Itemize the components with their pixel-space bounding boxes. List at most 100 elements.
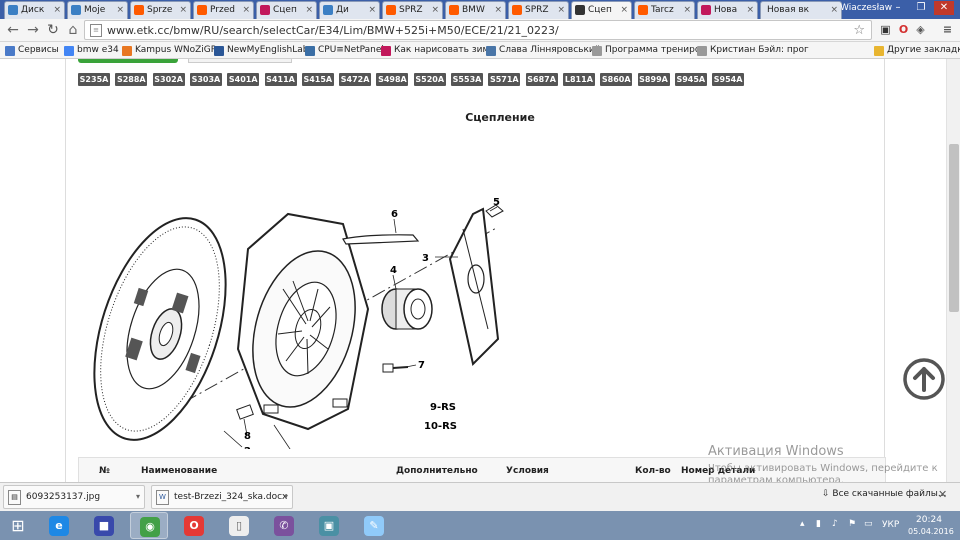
chevron-down-icon[interactable]: ▾ xyxy=(284,486,288,508)
all-downloads-label[interactable]: Все скачанные файлы... xyxy=(832,489,946,499)
scroll-up-icon[interactable] xyxy=(902,357,946,401)
tab-5[interactable]: Ди × xyxy=(319,1,380,19)
column-header[interactable]: Наименование xyxy=(141,466,217,476)
tab-10[interactable]: Tarcz × xyxy=(634,1,695,19)
clock-date[interactable]: 05.04.2016 xyxy=(908,527,954,536)
page-scrollbar[interactable] xyxy=(946,59,960,482)
tab-close-icon[interactable]: × xyxy=(494,2,502,18)
bookmark-item[interactable]: Кристиан Бэйл: прог xyxy=(697,42,809,59)
bolt-part[interactable] xyxy=(382,363,409,373)
flag-icon[interactable]: ⚑ xyxy=(848,519,856,529)
bookmark-item[interactable]: Как нарисовать зиму xyxy=(381,42,495,59)
close-icon[interactable]: ✕ xyxy=(938,488,947,501)
tab-3[interactable]: Przed × xyxy=(193,1,254,19)
bookmark-item[interactable]: Kampus WNoZiGP xyxy=(122,42,216,59)
tab-12[interactable]: Новая вк × xyxy=(760,1,842,19)
network-icon[interactable]: ▮ xyxy=(816,519,821,529)
minimize-button[interactable]: – xyxy=(888,1,908,15)
option-code-badge[interactable]: S472A xyxy=(339,73,372,86)
taskbar-app[interactable]: ▣ xyxy=(310,512,348,539)
battery-icon[interactable]: ▭ xyxy=(864,519,873,529)
option-code-badge[interactable]: S571A xyxy=(488,73,521,86)
tab-6[interactable]: SPRZ × xyxy=(382,1,443,19)
option-code-badge[interactable]: S302A xyxy=(152,73,185,86)
option-code-badge[interactable]: S954A xyxy=(712,73,745,86)
language-indicator[interactable]: УКР xyxy=(882,520,899,530)
clutch-disc-part[interactable] xyxy=(78,202,251,449)
opera-extension-icon[interactable]: O xyxy=(896,22,911,38)
start-button[interactable]: ⊞ xyxy=(2,512,34,539)
back-icon[interactable]: ← xyxy=(4,21,22,39)
dowel-part[interactable] xyxy=(236,404,254,420)
extension-icon[interactable]: ◈ xyxy=(913,22,928,38)
tab-close-icon[interactable]: × xyxy=(683,2,691,18)
release-lever-part[interactable] xyxy=(448,207,500,366)
green-button[interactable] xyxy=(78,59,178,63)
tab-2[interactable]: Sprze × xyxy=(130,1,191,19)
callout-6[interactable]: 6 xyxy=(391,209,398,220)
tab-close-icon[interactable]: × xyxy=(557,2,565,18)
tab-close-icon[interactable]: × xyxy=(53,2,61,18)
option-code-badge[interactable]: S945A xyxy=(674,73,707,86)
pressure-plate-part[interactable] xyxy=(236,212,372,431)
column-header[interactable]: Условия xyxy=(506,466,549,476)
tab-close-icon[interactable]: × xyxy=(620,2,628,18)
tab-11[interactable]: Нова × xyxy=(697,1,758,19)
column-header[interactable]: № xyxy=(99,466,110,476)
option-code-badge[interactable]: L811A xyxy=(562,73,595,86)
tab-1[interactable]: Moje × xyxy=(67,1,128,19)
taskbar-app[interactable]: ◉ xyxy=(130,512,168,539)
url-text[interactable]: www.etk.cc/bmw/RU/search/selectCar/E34/L… xyxy=(107,21,559,40)
tab-close-icon[interactable]: × xyxy=(305,2,313,18)
spring-clip-part[interactable] xyxy=(342,234,420,245)
bookmark-item[interactable]: bmw e34 xyxy=(64,42,119,59)
menu-icon[interactable]: ≡ xyxy=(940,22,955,38)
home-icon[interactable]: ⌂ xyxy=(64,21,82,39)
tray-arrow-icon[interactable]: ▴ xyxy=(800,519,805,529)
bookmark-item[interactable]: Программа трениро xyxy=(592,42,700,59)
tab-close-icon[interactable]: × xyxy=(242,2,250,18)
tab-close-icon[interactable]: × xyxy=(116,2,124,18)
bookmark-star-icon[interactable]: ☆ xyxy=(853,21,865,40)
chevron-down-icon[interactable]: ▾ xyxy=(136,486,140,508)
tab-4[interactable]: Сцеп × xyxy=(256,1,317,19)
tab-7[interactable]: BMW × xyxy=(445,1,506,19)
callout-4[interactable]: 4 xyxy=(390,265,397,276)
column-header[interactable]: Дополнительно xyxy=(396,466,478,476)
bookmark-item[interactable]: Сервисы xyxy=(5,42,59,59)
clock-time[interactable]: 20:24 xyxy=(916,515,942,525)
option-code-badge[interactable]: S553A xyxy=(451,73,483,86)
download-item[interactable]: W test-Brzezi_324_ska.docx ▾ xyxy=(151,485,293,509)
option-code-badge[interactable]: S288A xyxy=(115,73,148,86)
scroll-thumb[interactable] xyxy=(949,144,959,312)
forward-icon[interactable]: → xyxy=(24,21,42,39)
option-code-badge[interactable]: S687A xyxy=(525,73,558,86)
tab-0[interactable]: Диск × xyxy=(4,1,65,19)
close-window-button[interactable]: ✕ xyxy=(934,1,954,15)
bookmark-item[interactable]: NewMyEnglishLab xyxy=(214,42,308,59)
callout-5[interactable]: 5 xyxy=(493,197,500,208)
address-bar[interactable]: ≡ www.etk.cc/bmw/RU/search/selectCar/E34… xyxy=(84,20,872,40)
volume-icon[interactable]: ♪ xyxy=(832,519,838,529)
option-code-badge[interactable]: S303A xyxy=(189,73,222,86)
release-bearing-part[interactable] xyxy=(381,288,433,330)
tab-close-icon[interactable]: × xyxy=(746,2,754,18)
taskbar-app[interactable]: O xyxy=(175,512,213,539)
restore-button[interactable]: ❐ xyxy=(911,1,931,15)
tab-close-icon[interactable]: × xyxy=(431,2,439,18)
secondary-button[interactable] xyxy=(188,59,292,63)
taskbar-app[interactable]: ■ xyxy=(85,512,123,539)
taskbar-app[interactable]: ✎ xyxy=(355,512,393,539)
bookmark-item[interactable]: CPU≡NetPanel xyxy=(305,42,384,59)
option-code-badge[interactable]: S520A xyxy=(413,73,446,86)
all-downloads-link[interactable]: ⇩ Все скачанные файлы... xyxy=(822,489,946,499)
tab-close-icon[interactable]: × xyxy=(179,2,187,18)
column-header[interactable]: Кол-во xyxy=(635,466,671,476)
download-item[interactable]: ▤ 6093253137.jpg ▾ xyxy=(3,485,145,509)
option-code-badge[interactable]: S860A xyxy=(600,73,633,86)
taskbar-app[interactable]: ▯ xyxy=(220,512,258,539)
callout-2[interactable]: 2 xyxy=(244,446,251,449)
callout-8[interactable]: 8 xyxy=(244,431,251,442)
bookmark-item[interactable]: Другие закладки xyxy=(874,42,960,59)
bookmark-item[interactable]: Слава Лінняровський xyxy=(486,42,601,59)
